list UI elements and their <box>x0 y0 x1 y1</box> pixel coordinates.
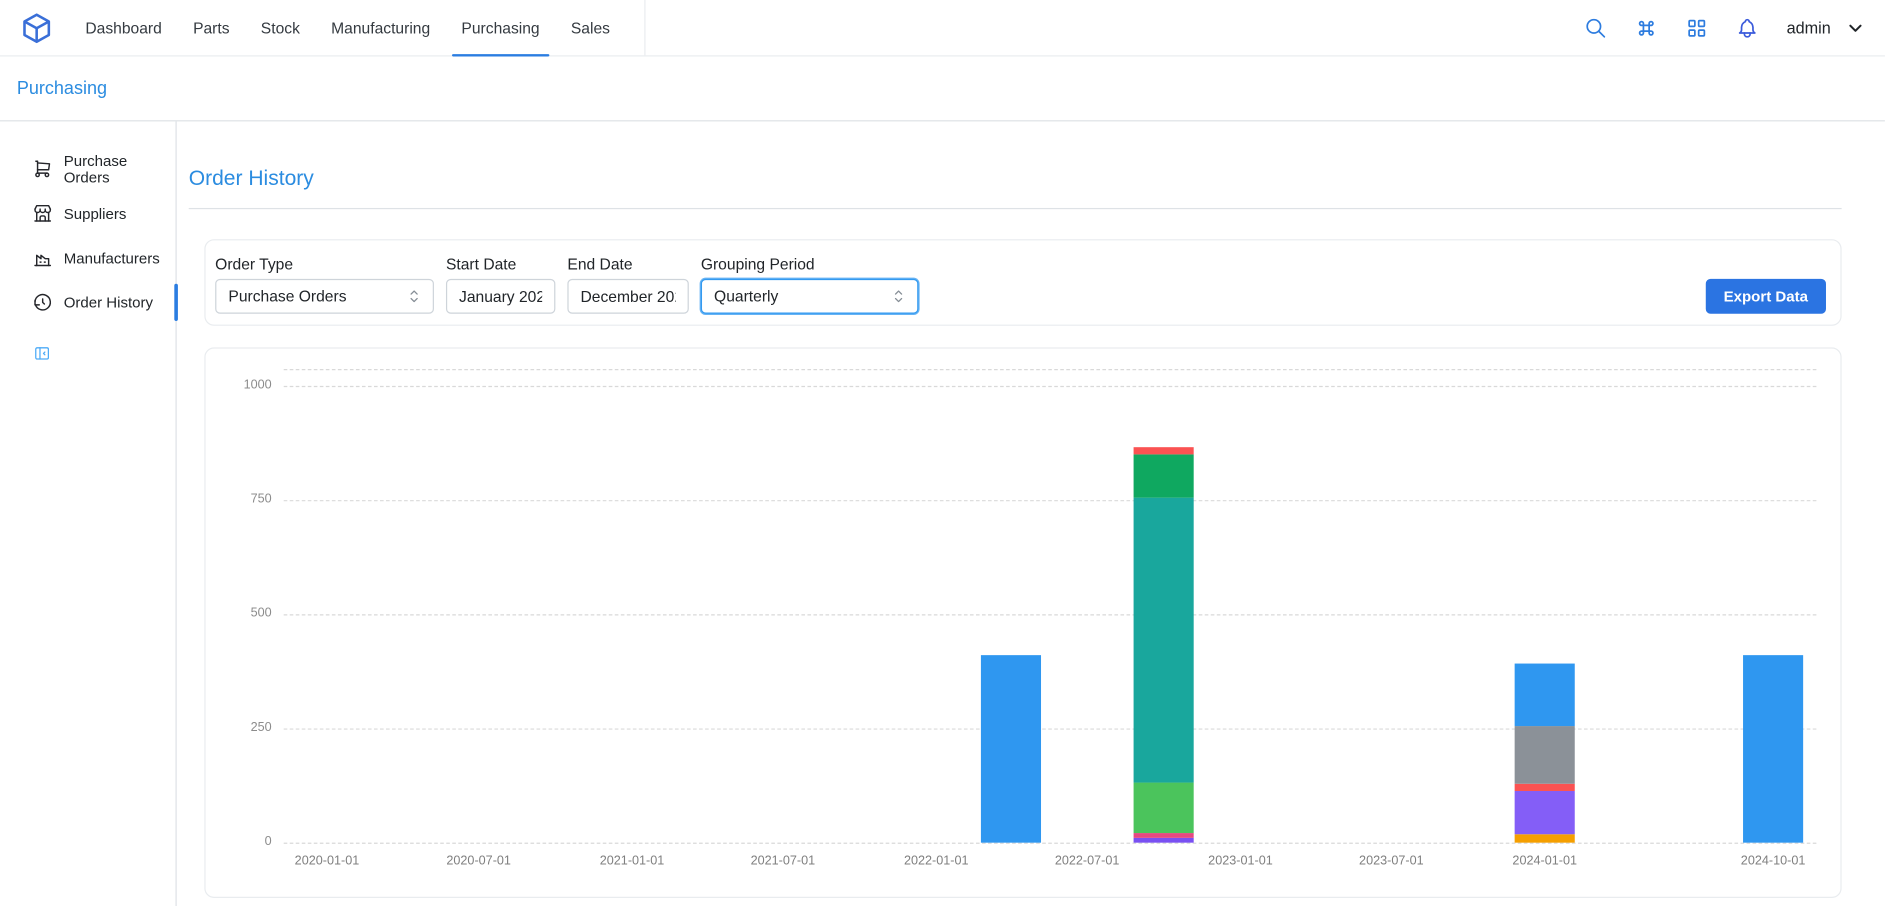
chart-plot: 025050075010002020-01-012020-07-012021-0… <box>284 369 1817 843</box>
start-date-input[interactable] <box>446 279 555 314</box>
sidebar-item-label: Order History <box>64 294 153 311</box>
topbar-actions: admin <box>1585 16 1866 39</box>
bar-segment[interactable] <box>1515 664 1575 727</box>
bar-segment[interactable] <box>1134 447 1194 454</box>
x-axis-label: 2021-07-01 <box>751 853 816 867</box>
y-gridline <box>284 614 1817 615</box>
export-data-button[interactable]: Export Data <box>1706 279 1826 314</box>
title-divider <box>189 208 1842 209</box>
sidebar-item-order-history[interactable]: Order History <box>0 280 176 324</box>
x-axis-label: 2022-01-01 <box>904 853 969 867</box>
history-clock-icon <box>32 292 52 312</box>
tab-sales[interactable]: Sales <box>555 0 625 55</box>
sidebar: Purchase Orders Suppliers Manufacturers … <box>0 121 177 906</box>
bar-segment[interactable] <box>1134 498 1194 783</box>
x-axis-label: 2024-10-01 <box>1741 853 1806 867</box>
bar-segment[interactable] <box>1515 784 1575 791</box>
main-panel: Order History Order Type Purchase Orders… <box>177 121 1885 906</box>
x-axis-label: 2024-01-01 <box>1512 853 1577 867</box>
username: admin <box>1787 19 1831 37</box>
y-axis-label: 250 <box>216 720 271 734</box>
x-axis-label: 2023-01-01 <box>1208 853 1273 867</box>
order-type-select[interactable]: Purchase Orders <box>215 279 434 314</box>
grouping-period-value: Quarterly <box>714 287 778 305</box>
grouping-period-label: Grouping Period <box>701 255 919 273</box>
sidebar-item-label: Purchase Orders <box>64 152 176 186</box>
y-gridline <box>284 728 1817 729</box>
start-date-field: Start Date <box>446 255 555 314</box>
main-nav-tabs: Dashboard Parts Stock Manufacturing Purc… <box>70 0 646 55</box>
x-axis-label: 2023-07-01 <box>1359 853 1424 867</box>
order-type-value: Purchase Orders <box>228 287 346 305</box>
breadcrumb-purchasing[interactable]: Purchasing <box>17 78 107 98</box>
y-gridline <box>284 842 1817 843</box>
sidebar-item-manufacturers[interactable]: Manufacturers <box>0 236 176 280</box>
tab-manufacturing[interactable]: Manufacturing <box>316 0 446 55</box>
bell-icon[interactable] <box>1736 16 1759 39</box>
sidebar-item-label: Manufacturers <box>64 249 160 266</box>
bar-segment[interactable] <box>1515 791 1575 834</box>
end-date-label: End Date <box>567 255 688 273</box>
building-store-icon <box>32 203 52 223</box>
y-axis-label: 0 <box>216 834 271 848</box>
y-axis-label: 500 <box>216 606 271 620</box>
plot-top-gridline <box>284 368 1817 369</box>
y-gridline <box>284 385 1817 386</box>
top-navigation-bar: Dashboard Parts Stock Manufacturing Purc… <box>0 0 1885 56</box>
sidebar-item-suppliers[interactable]: Suppliers <box>0 191 176 235</box>
bar-segment[interactable] <box>1743 655 1803 842</box>
x-axis-label: 2020-07-01 <box>446 853 511 867</box>
y-axis-label: 1000 <box>216 378 271 392</box>
x-axis-label: 2022-07-01 <box>1055 853 1120 867</box>
layout-grid-icon[interactable] <box>1686 16 1709 39</box>
x-axis-label: 2020-01-01 <box>295 853 360 867</box>
bar-segment[interactable] <box>981 655 1041 842</box>
y-gridline <box>284 500 1817 501</box>
tab-parts[interactable]: Parts <box>177 0 245 55</box>
bar-segment[interactable] <box>1134 783 1194 833</box>
shopping-cart-icon <box>32 159 52 179</box>
user-menu[interactable]: admin <box>1787 17 1866 37</box>
chevron-down-icon <box>1845 17 1865 37</box>
collapse-sidebar-icon[interactable] <box>34 345 51 362</box>
select-chevrons-icon <box>890 287 908 305</box>
y-axis-label: 750 <box>216 492 271 506</box>
filter-panel: Order Type Purchase Orders Start Date En… <box>204 239 1841 326</box>
bar-segment[interactable] <box>1515 834 1575 842</box>
select-chevrons-icon <box>405 287 423 305</box>
command-palette-icon[interactable] <box>1635 16 1658 39</box>
breadcrumb: Purchasing <box>0 56 1885 121</box>
order-type-label: Order Type <box>215 255 434 273</box>
tab-purchasing[interactable]: Purchasing <box>446 0 555 55</box>
sidebar-item-label: Suppliers <box>64 205 127 222</box>
grouping-period-field: Grouping Period Quarterly <box>701 255 919 314</box>
end-date-field: End Date <box>567 255 688 314</box>
app-window: Dashboard Parts Stock Manufacturing Purc… <box>0 0 1885 906</box>
order-type-field: Order Type Purchase Orders <box>215 255 434 314</box>
bar-segment[interactable] <box>1134 838 1194 843</box>
grouping-period-select[interactable]: Quarterly <box>701 279 919 314</box>
factory-icon <box>32 248 52 268</box>
page-title: Order History <box>189 166 1842 191</box>
x-axis-label: 2021-01-01 <box>600 853 665 867</box>
tab-dashboard[interactable]: Dashboard <box>70 0 178 55</box>
bar-segment[interactable] <box>1515 726 1575 784</box>
bar-segment[interactable] <box>1134 454 1194 497</box>
sidebar-item-purchase-orders[interactable]: Purchase Orders <box>0 147 176 191</box>
bar-segment[interactable] <box>1134 833 1194 838</box>
chart-card: 0 250 500 750 1000 2020-01-01 2020-07-01 2021-0… <box>204 347 1841 898</box>
app-logo-icon[interactable] <box>19 11 53 45</box>
content-row: Purchase Orders Suppliers Manufacturers … <box>0 121 1885 906</box>
start-date-label: Start Date <box>446 255 555 273</box>
end-date-input[interactable] <box>567 279 688 314</box>
search-icon[interactable] <box>1585 16 1608 39</box>
tab-stock[interactable]: Stock <box>245 0 315 55</box>
